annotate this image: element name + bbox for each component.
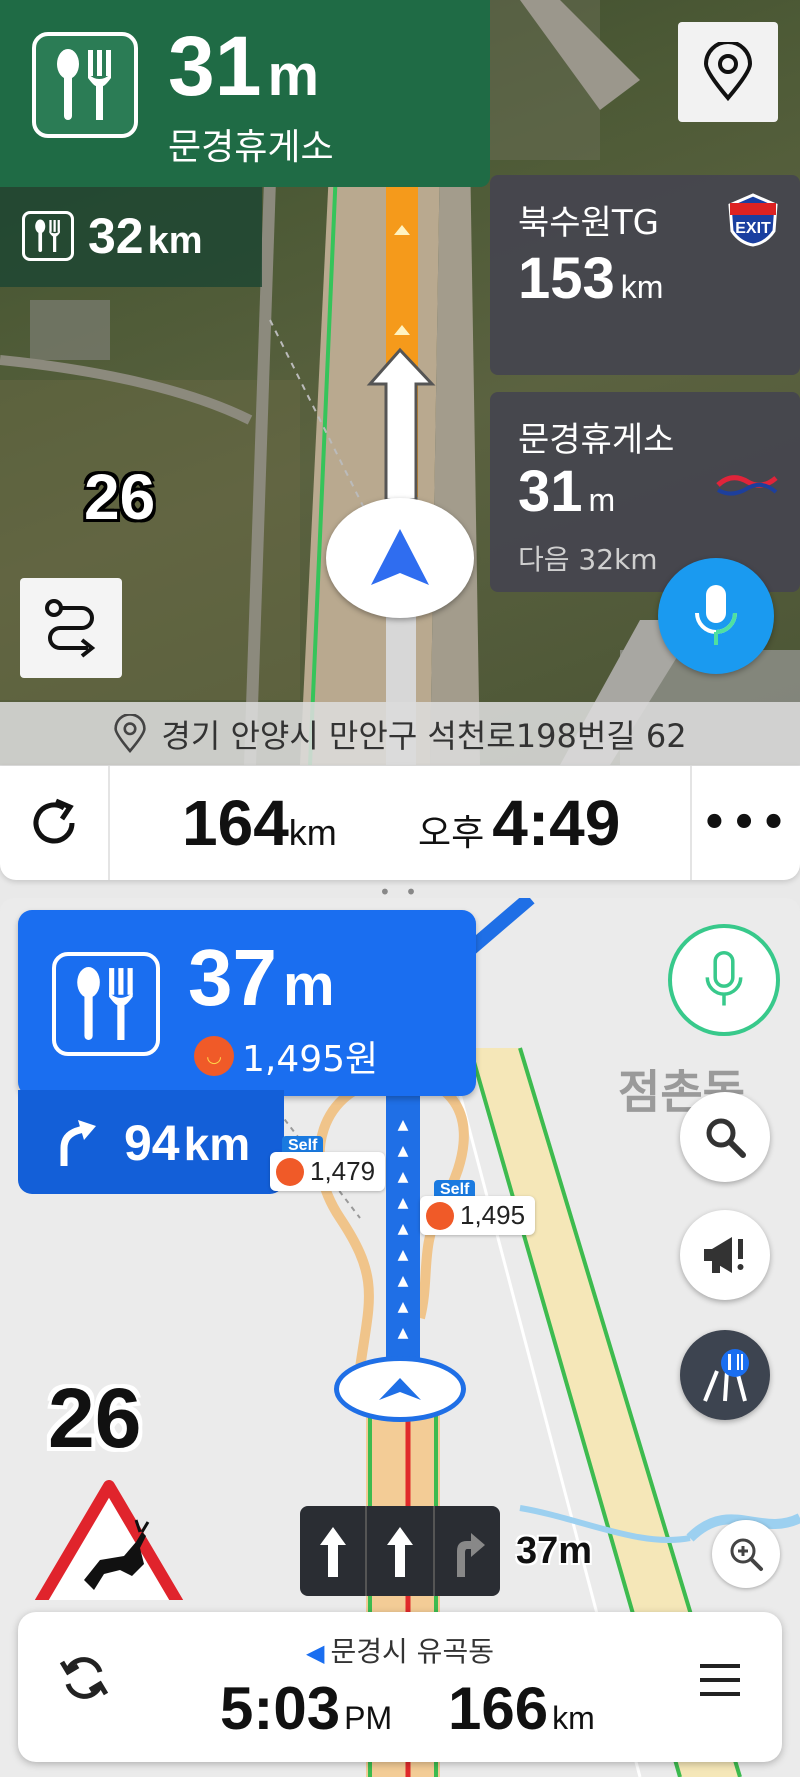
voice-search-button[interactable] [658, 558, 774, 674]
lane-distance: 37m [516, 1530, 593, 1572]
lane-right-turn-icon [435, 1506, 500, 1596]
zoom-in-icon [730, 1538, 763, 1571]
guide-distance: 37 m [188, 933, 335, 1022]
megaphone-icon [704, 1237, 744, 1273]
gas-brand-icon: ◡ [194, 1036, 234, 1076]
turn-right-arrow-icon [56, 1118, 100, 1172]
guide-distance: 31 m [168, 19, 320, 113]
zoom-in-button[interactable] [712, 1520, 780, 1588]
bottom-trip-status-bar: ◀ 문경시 유곡동 5:03 PM 166 km [18, 1612, 782, 1762]
microphone-icon [695, 585, 737, 645]
fuel-price: ◡ 1,495원 [194, 1030, 378, 1082]
next-guidance-banner[interactable]: 32 km [0, 187, 262, 287]
card-distance: 31 m [518, 459, 616, 524]
current-position-marker [326, 498, 474, 618]
speed-limit-label: 26 [84, 461, 156, 533]
route-overview-button[interactable] [20, 578, 122, 678]
gas-station-price-tag[interactable]: 1,495 [420, 1196, 536, 1235]
route-chevrons: ▲ ▲ ▲ ▲ ▲ ▲ ▲ ▲ ▲ [397, 1117, 409, 1341]
microphone-icon [705, 950, 743, 1006]
restaurant-icon [32, 32, 138, 138]
card-distance: 153 km [518, 246, 664, 311]
menu-button[interactable] [698, 1660, 742, 1704]
next-turn-distance: 94km [124, 1115, 251, 1171]
address-text: 경기 안양시 만안구 석천로198번길 62 [161, 717, 687, 755]
hamburger-menu-icon [700, 1664, 740, 1696]
card-next-distance: 다음 32km [518, 543, 658, 576]
highway-exit-card[interactable]: 북수원TG 153 km EXIT [490, 175, 800, 375]
lane-straight-icon [300, 1506, 368, 1596]
next-turn-banner[interactable]: 94km [18, 1090, 284, 1194]
location-pin-button[interactable] [678, 22, 778, 122]
lane-straight-icon [367, 1506, 435, 1596]
gas-brand-icon [426, 1201, 454, 1230]
current-position-marker [334, 1356, 466, 1422]
navigation-arrow-icon [371, 529, 429, 585]
current-address-bar: 경기 안양시 만안구 석천로198번길 62 [0, 702, 800, 766]
refresh-icon [33, 798, 75, 844]
next-guide-distance: 32 km [88, 208, 203, 264]
route-icon [45, 599, 96, 658]
lane-guidance [300, 1506, 500, 1596]
remaining-distance: 166 km [448, 1675, 595, 1742]
exit-sign-icon: EXIT [726, 193, 780, 251]
restaurant-icon [22, 211, 74, 261]
navigation-app: 31 m 문경휴게소 32 km 북수원TG 153 km EXIT 문경휴게소… [0, 0, 800, 1777]
arrival-time: 오후 4:49 [418, 787, 621, 859]
top-guidance-banner[interactable]: 31 m 문경휴게소 [0, 0, 490, 187]
report-button[interactable] [680, 1210, 770, 1300]
rest-area-button[interactable] [680, 1330, 770, 1420]
remaining-distance: 164km [182, 787, 337, 859]
more-menu-button[interactable]: ••• [690, 766, 800, 880]
gas-brand-icon [276, 1157, 304, 1186]
current-location-label: ◀ 문경시 유곡동 [306, 1635, 494, 1668]
ex-logo-icon [714, 470, 780, 504]
voice-search-button[interactable] [668, 924, 780, 1036]
svg-text:EXIT: EXIT [735, 220, 771, 237]
search-button[interactable] [680, 1092, 770, 1182]
wildlife-crossing-warning-icon [24, 1480, 194, 1626]
reroute-button[interactable] [0, 766, 110, 880]
location-pin-icon [113, 714, 147, 754]
search-icon [706, 1118, 746, 1158]
card-title: 문경휴게소 [518, 420, 675, 460]
speed-limit-label: 26 [48, 1371, 142, 1465]
bottom-guidance-banner[interactable]: 37 m ◡ 1,495원 [18, 910, 476, 1096]
rest-area-card[interactable]: 문경휴게소 31 m 다음 32km [490, 392, 800, 592]
location-pin-icon [703, 42, 753, 102]
arrival-time: 5:03 PM [220, 1675, 393, 1742]
top-trip-status-bar: 164km 오후 4:49 ••• [0, 766, 800, 880]
location-arrow-icon: ◀ [306, 1639, 325, 1667]
gas-station-price-tag[interactable]: 1,479 [270, 1152, 386, 1191]
card-title: 북수원TG [518, 203, 659, 243]
highway-rest-area-icon [703, 1349, 749, 1402]
restaurant-icon [52, 952, 160, 1056]
guide-poi-name: 문경휴게소 [168, 127, 334, 168]
navigation-arrow-icon [379, 1378, 421, 1400]
